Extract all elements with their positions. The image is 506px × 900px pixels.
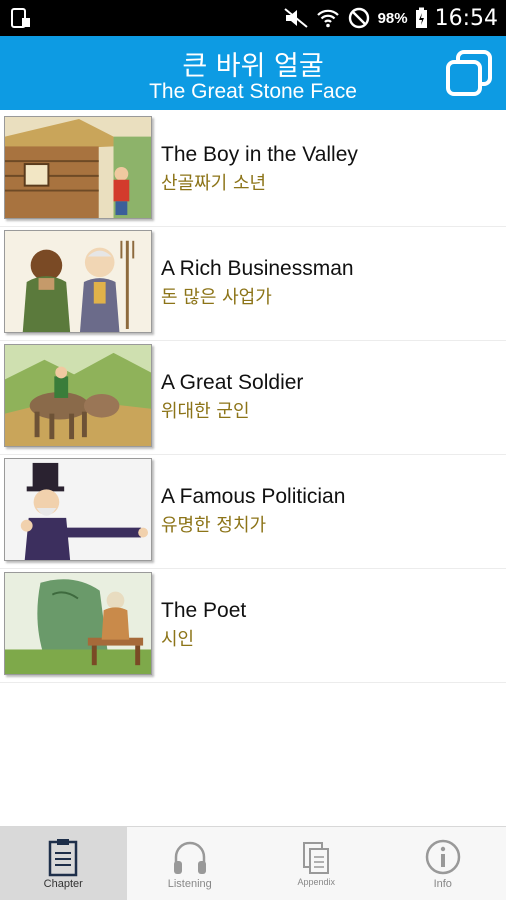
wifi-icon [316, 9, 339, 28]
chapter-item-rich-businessman[interactable]: A Rich Businessman 돈 많은 사업가 [0, 227, 506, 341]
chapter-thumbnail [4, 116, 152, 219]
chapter-item-famous-politician[interactable]: A Famous Politician 유명한 정치가 [0, 455, 506, 569]
chapter-title-english: A Famous Politician [161, 485, 346, 508]
documents-icon [303, 842, 330, 874]
tab-label: Appendix [297, 877, 336, 887]
do-not-disturb-icon [348, 7, 369, 29]
title-english: The Great Stone Face [149, 80, 357, 103]
headphones-icon [173, 841, 206, 874]
title-korean: 큰 바위 얼굴 [182, 51, 324, 82]
chapter-title-english: A Great Soldier [161, 371, 304, 394]
copy-icon[interactable] [444, 48, 494, 98]
chapter-title-korean: 산골짜기 소년 [161, 173, 267, 194]
battery-charging-icon [415, 7, 427, 28]
app-header: 큰 바위 얼굴 The Great Stone Face [0, 36, 506, 110]
tab-chapter[interactable]: Chapter [0, 827, 127, 900]
chapter-title-english: The Poet [161, 599, 247, 622]
chapter-title-korean: 유명한 정치가 [161, 515, 267, 536]
clipboard-icon [49, 839, 78, 877]
tab-label: Listening [167, 878, 212, 890]
chapter-title-korean: 시인 [161, 629, 195, 650]
chapter-item-great-soldier[interactable]: A Great Soldier 위대한 군인 [0, 341, 506, 455]
tab-listening[interactable]: Listening [127, 827, 254, 900]
chapter-list: The Boy in the Valley 산골짜기 소년 A Rich Bus… [0, 113, 506, 683]
chapter-thumbnail [4, 344, 152, 447]
info-icon [425, 839, 460, 875]
chapter-title-english: A Rich Businessman [161, 257, 354, 280]
tab-info[interactable]: Info [380, 827, 506, 900]
tab-label: Info [433, 878, 452, 890]
mute-icon [283, 8, 308, 28]
battery-percent: 98% [377, 9, 408, 27]
chapter-item-boy-in-valley[interactable]: The Boy in the Valley 산골짜기 소년 [0, 113, 506, 227]
chapter-title-english: The Boy in the Valley [161, 143, 358, 166]
chapter-thumbnail [4, 572, 152, 675]
tab-label: Chapter [43, 878, 83, 890]
chapter-thumbnail [4, 230, 152, 333]
clock: 16:54 [434, 5, 498, 31]
chapter-item-the-poet[interactable]: The Poet 시인 [0, 569, 506, 683]
status-bar: 98% 16:54 [0, 0, 506, 36]
tab-appendix[interactable]: Appendix [253, 827, 380, 900]
bottom-tab-bar: Chapter Listening Appendix Info [0, 826, 506, 900]
chapter-thumbnail [4, 458, 152, 561]
chapter-title-korean: 위대한 군인 [161, 401, 250, 422]
chapter-title-korean: 돈 많은 사업가 [161, 287, 272, 308]
app-notification-icon [11, 8, 30, 28]
